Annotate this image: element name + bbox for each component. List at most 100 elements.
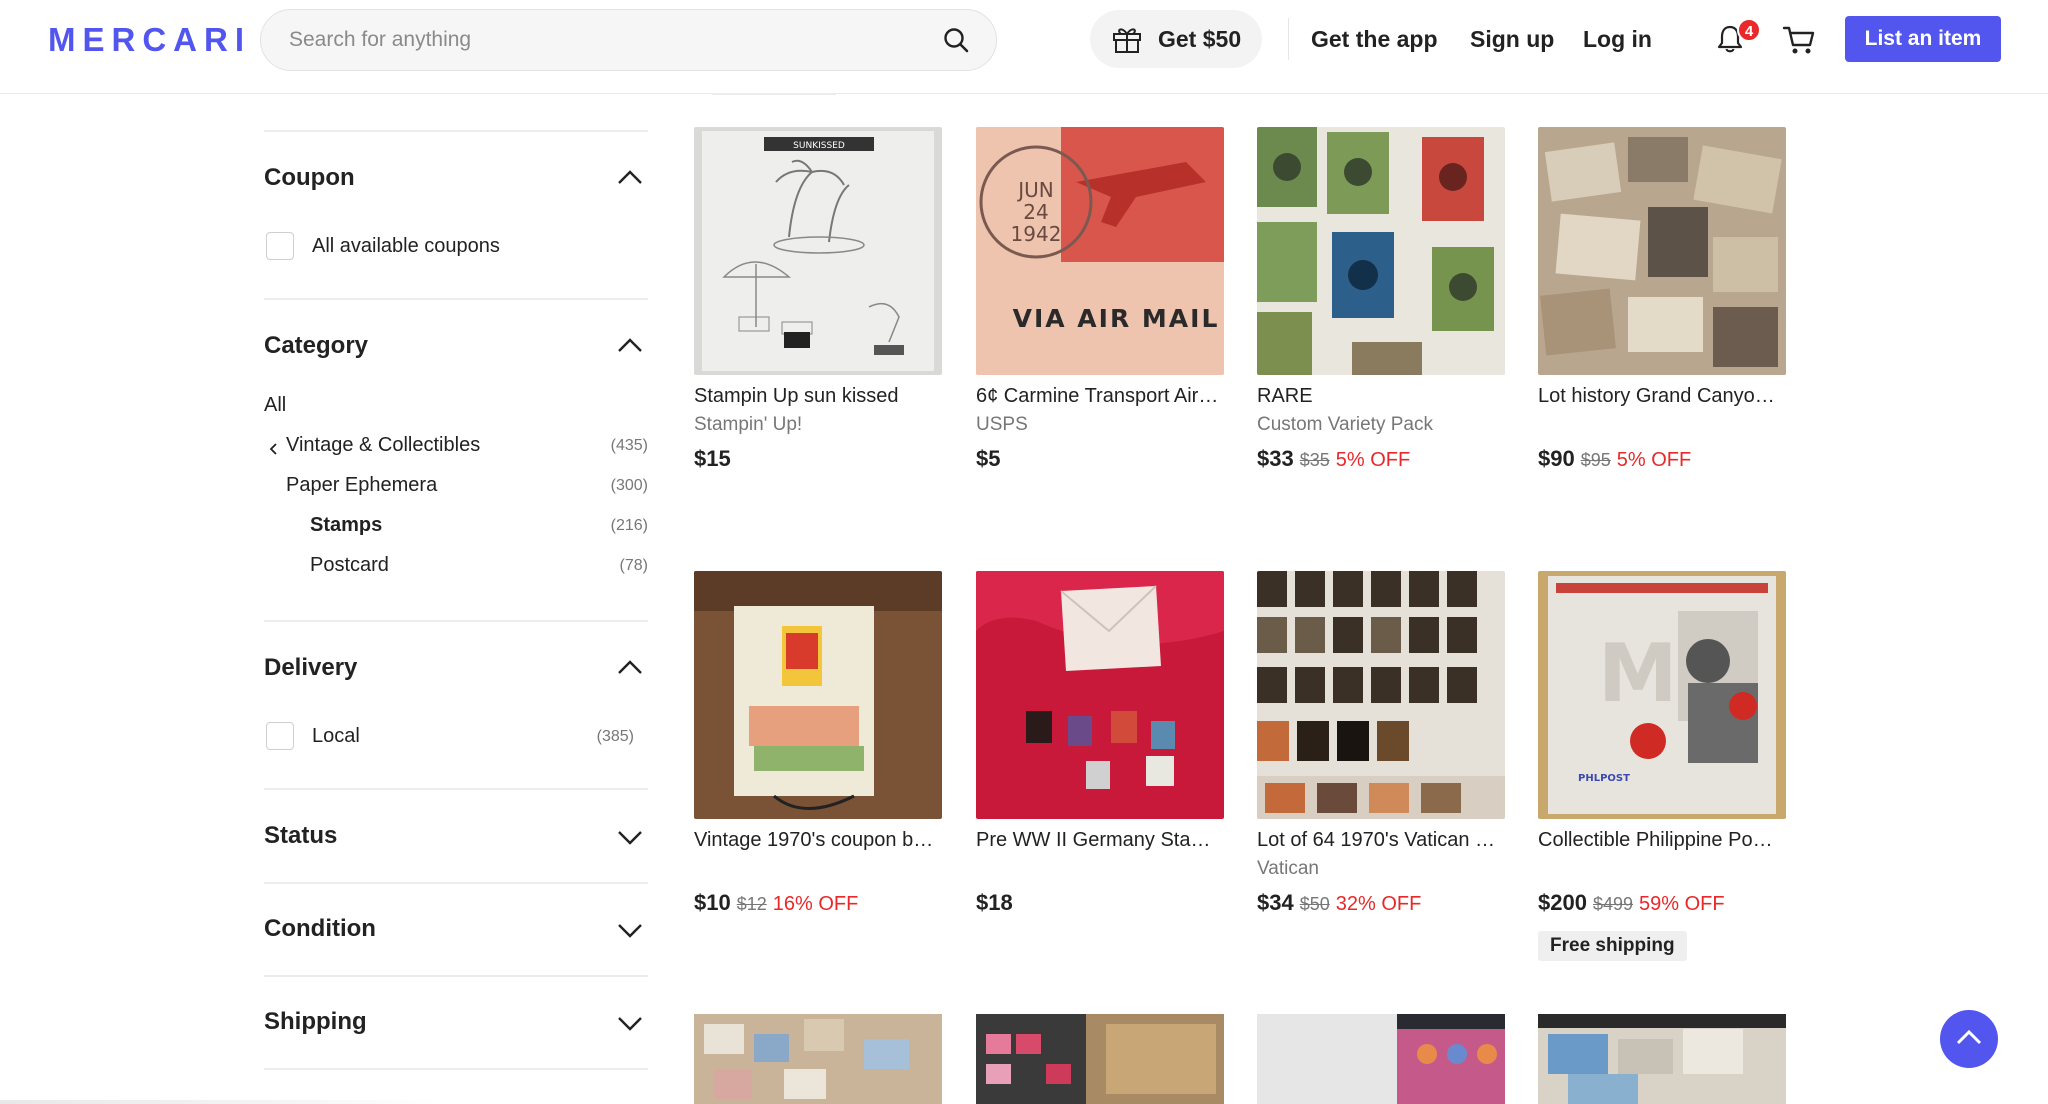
svg-text:24: 24 <box>1023 200 1048 224</box>
category-count: (78) <box>619 557 648 574</box>
product-title[interactable]: Vintage 1970's coupon b… <box>694 829 942 852</box>
price-row: $34 $50 32% OFF <box>1257 890 1421 916</box>
product-price: $5 <box>976 446 1001 471</box>
cart-icon[interactable] <box>1782 24 1816 56</box>
category-item-paper-ephemera[interactable]: Paper Ephemera <box>286 474 437 497</box>
original-price: $95 <box>1580 450 1611 470</box>
price-row: $18 <box>976 890 1013 916</box>
category-item-stamps[interactable]: Stamps <box>310 514 382 537</box>
svg-text:VIA AIR MAIL: VIA AIR MAIL <box>1013 304 1220 333</box>
discount-label: 32% OFF <box>1335 893 1422 915</box>
shipping-section-title[interactable]: Shipping <box>264 1008 367 1036</box>
stamp-collection-image[interactable] <box>1257 127 1505 375</box>
scroll-to-top-button[interactable] <box>1940 1010 1998 1068</box>
all-coupons-label[interactable]: All available coupons <box>312 235 500 258</box>
status-section-title[interactable]: Status <box>264 822 337 850</box>
delivery-section-title[interactable]: Delivery <box>264 654 357 682</box>
svg-text:SUNKISSED: SUNKISSED <box>793 141 845 151</box>
discount-label: 16% OFF <box>772 893 859 915</box>
stamp-sheet-image[interactable]: SUNKISSED <box>694 127 942 375</box>
filter-sidebar: Coupon All available coupons Category Al… <box>264 94 648 1104</box>
sign-up-link[interactable]: Sign up <box>1470 26 1554 53</box>
vatican-stamps-image[interactable] <box>1257 571 1505 819</box>
boxer-stamp-sheet-image[interactable]: MP PHLPOST <box>1538 571 1786 819</box>
discount-label: 59% OFF <box>1639 893 1725 915</box>
product-title[interactable]: Lot history Grand Canyo… <box>1538 385 1786 408</box>
svg-text:1942: 1942 <box>1011 222 1062 246</box>
price-row: $200 $499 59% OFF <box>1538 890 1725 916</box>
chevron-down-icon[interactable] <box>616 921 644 939</box>
notification-badge: 4 <box>1737 18 1761 42</box>
promo-label: Get $50 <box>1158 26 1242 52</box>
chevron-up-icon[interactable] <box>616 336 644 354</box>
all-coupons-checkbox[interactable] <box>266 232 294 260</box>
local-delivery-label[interactable]: Local <box>312 725 360 748</box>
log-in-link[interactable]: Log in <box>1583 26 1652 53</box>
product-image[interactable] <box>976 1014 1224 1104</box>
coupon-section-title[interactable]: Coupon <box>264 164 355 192</box>
category-item-postcard[interactable]: Postcard <box>310 554 389 577</box>
discount-label: 5% OFF <box>1335 449 1411 471</box>
category-count: (216) <box>610 517 648 534</box>
original-price: $499 <box>1592 894 1633 914</box>
product-title[interactable]: RARE <box>1257 385 1505 408</box>
product-price: $34 <box>1257 890 1294 915</box>
chevron-up-icon[interactable] <box>616 168 644 186</box>
mercari-logo[interactable]: MERCARI <box>48 18 251 62</box>
product-price: $10 <box>694 890 731 915</box>
product-brand: Vatican <box>1257 858 1319 879</box>
product-price: $33 <box>1257 446 1294 471</box>
product-title[interactable]: Stampin Up sun kissed <box>694 385 942 408</box>
product-brand: Stampin' Up! <box>694 414 803 435</box>
search-input[interactable] <box>289 10 929 70</box>
chevron-down-icon[interactable] <box>616 828 644 846</box>
condition-section-title[interactable]: Condition <box>264 915 376 943</box>
category-item-vintage-collectibles[interactable]: Vintage & Collectibles <box>286 434 480 457</box>
local-delivery-checkbox[interactable] <box>266 722 294 750</box>
divider <box>264 130 648 132</box>
photo-lot-image[interactable] <box>1538 127 1786 375</box>
airmail-envelope-image[interactable]: JUN 24 1942 VIA AIR MAIL <box>976 127 1224 375</box>
product-title[interactable]: Pre WW II Germany Sta… <box>976 829 1224 852</box>
product-brand: USPS <box>976 414 1028 435</box>
search-bar[interactable] <box>260 9 997 71</box>
product-image[interactable] <box>1257 1014 1505 1104</box>
original-price: $50 <box>1299 894 1330 914</box>
product-price: $90 <box>1538 446 1575 471</box>
product-image[interactable] <box>694 1014 942 1104</box>
gift-icon <box>1113 28 1141 53</box>
product-price: $15 <box>694 446 731 471</box>
chevron-up-icon[interactable] <box>616 658 644 676</box>
search-icon[interactable] <box>942 26 970 54</box>
stamps-on-red-image[interactable] <box>976 571 1224 819</box>
price-row: $5 <box>976 446 1000 472</box>
saver-book-image[interactable] <box>694 571 942 819</box>
divider <box>264 1068 648 1070</box>
chevron-up-icon <box>1956 1029 1982 1045</box>
divider <box>264 882 648 884</box>
category-item-all[interactable]: All <box>264 394 286 417</box>
category-section-title[interactable]: Category <box>264 332 368 360</box>
get-50-promo-button[interactable]: Get $50 <box>1090 10 1262 68</box>
divider <box>264 298 648 300</box>
bottom-edge-shadow <box>0 1100 440 1104</box>
chevron-left-icon[interactable] <box>268 442 278 456</box>
list-an-item-button[interactable]: List an item <box>1845 16 2001 62</box>
product-title[interactable]: Lot of 64 1970's Vatican … <box>1257 829 1505 852</box>
get-the-app-link[interactable]: Get the app <box>1311 26 1438 53</box>
product-title[interactable]: 6¢ Carmine Transport Air… <box>976 385 1224 408</box>
price-row: $90 $95 5% OFF <box>1538 446 1691 472</box>
divider <box>264 975 648 977</box>
category-count: (435) <box>610 437 648 454</box>
price-row: $15 <box>694 446 731 472</box>
svg-text:JUN: JUN <box>1016 178 1054 202</box>
chevron-down-icon[interactable] <box>616 1014 644 1032</box>
divider <box>264 620 648 622</box>
free-shipping-badge: Free shipping <box>1538 931 1687 961</box>
divider <box>264 788 648 790</box>
product-image[interactable] <box>1538 1014 1786 1104</box>
tab-underline <box>712 93 836 95</box>
product-title[interactable]: Collectible Philippine Po… <box>1538 829 1786 852</box>
header: MERCARI Get $50 Get the app Sign up Log … <box>0 0 2048 94</box>
discount-label: 5% OFF <box>1616 449 1692 471</box>
